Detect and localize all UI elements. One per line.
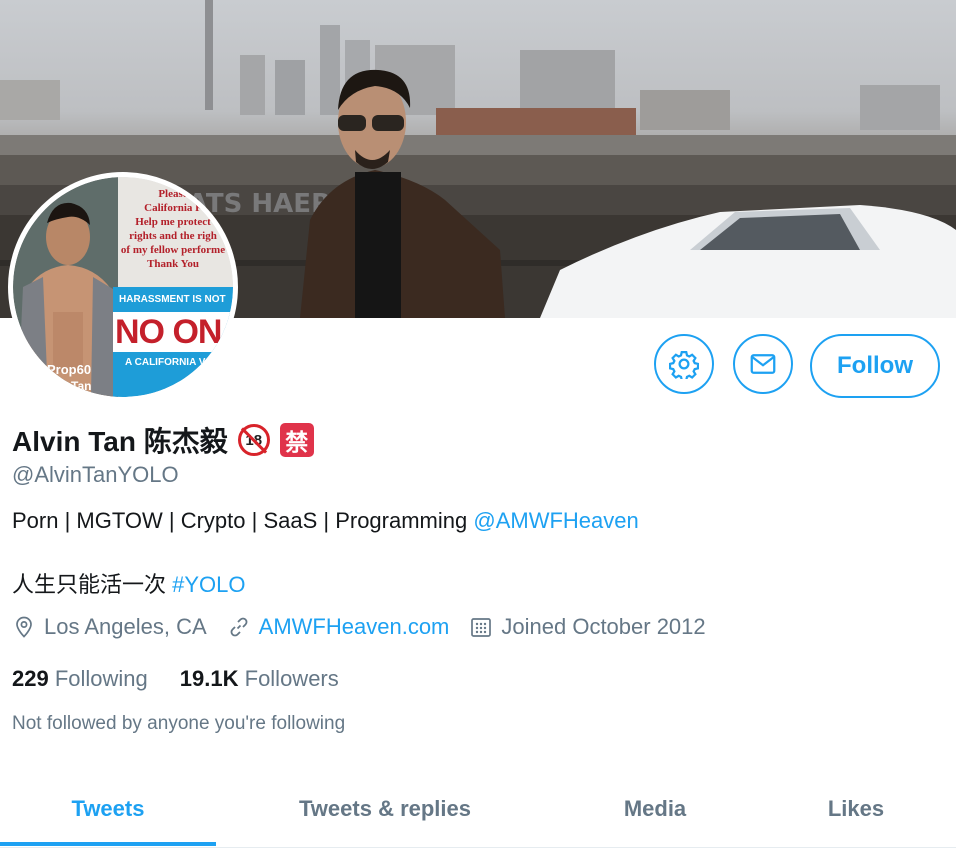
avatar-plea-line: of my fellow performe — [120, 244, 226, 256]
settings-button[interactable] — [654, 334, 714, 394]
website-item: AMWFHeaven.com — [227, 614, 450, 640]
avatar-california-text: A CALIFORNIA VAL — [125, 357, 218, 368]
avatar-plea-line: Thank You — [147, 258, 199, 270]
profile-tabs: Tweets Tweets & replies Media Likes — [0, 774, 956, 848]
profile-bio: Porn | MGTOW | Crypto | SaaS | Programmi… — [12, 508, 639, 534]
message-button[interactable] — [733, 334, 793, 394]
followers-link[interactable]: 19.1K Followers — [180, 666, 339, 692]
bio-hashtag-link[interactable]: #YOLO — [172, 572, 245, 597]
tab-likes[interactable]: Likes — [756, 774, 956, 844]
link-icon — [230, 617, 248, 637]
location-text: Los Angeles, CA — [44, 614, 207, 639]
gear-icon — [669, 351, 699, 379]
following-count: 229 — [12, 666, 49, 691]
follow-button[interactable]: Follow — [810, 334, 940, 398]
profile-handle: @AlvinTanYOLO — [12, 462, 179, 487]
profile-bio-line-2: 人生只能活一次 #YOLO — [12, 567, 246, 599]
prohibited-kanji-icon: 禁 — [279, 423, 314, 457]
bio-mention-link[interactable]: @AMWFHeaven — [473, 508, 638, 533]
tab-tweets-and-replies[interactable]: Tweets & replies — [216, 774, 554, 844]
envelope-icon — [750, 354, 776, 374]
avatar-plea-line: Please — [158, 188, 188, 200]
no-under-18-icon: 18 — [237, 424, 270, 456]
tab-media[interactable]: Media — [554, 774, 756, 844]
not-followed-notice: Not followed by anyone you're following — [12, 713, 346, 734]
profile-name: Alvin Tan 陈杰毅 — [12, 426, 228, 457]
avatar-no-on-60-text: NO ON 60 — [115, 313, 233, 351]
bio-text: Porn | MGTOW | Crypto | SaaS | Programmi… — [12, 508, 474, 533]
location-pin-icon — [16, 616, 32, 638]
followers-count: 19.1K — [179, 666, 239, 691]
followers-label: Followers — [244, 666, 339, 691]
location-item: Los Angeles, CA — [12, 614, 207, 640]
profile-name-row: Alvin Tan 陈杰毅 18 禁 — [12, 420, 314, 460]
bio-text-chinese: 人生只能活一次 — [12, 572, 173, 597]
avatar-harassment-text: HARASSMENT IS NOT — [119, 294, 226, 305]
avatar-prop60-text: Prop60 — [47, 362, 92, 377]
follow-counts: 229 Following 19.1K Followers — [12, 666, 339, 692]
avatar-plea-line: rights and the righ — [129, 230, 217, 242]
avatar-plea-line: Help me protect — [135, 216, 211, 228]
profile-avatar[interactable]: Please California F Help me protect righ… — [8, 172, 238, 402]
tab-tweets[interactable]: Tweets — [0, 774, 216, 846]
joined-item: Joined October 2012 — [469, 614, 706, 640]
avatar-image: Please California F Help me protect righ… — [13, 177, 233, 397]
following-link[interactable]: 229 Following — [12, 666, 148, 692]
avatar-tan-text: Tan — [71, 379, 92, 393]
joined-text: Joined October 2012 — [501, 614, 706, 639]
calendar-icon — [471, 618, 492, 637]
website-link[interactable]: AMWFHeaven.com — [259, 614, 450, 640]
profile-meta: Los Angeles, CA AMWFHeaven.com Joined Oc… — [12, 614, 726, 640]
badge-18-text: 18 — [245, 431, 263, 449]
following-label: Following — [54, 666, 148, 691]
avatar-plea-line: California F — [144, 202, 202, 214]
